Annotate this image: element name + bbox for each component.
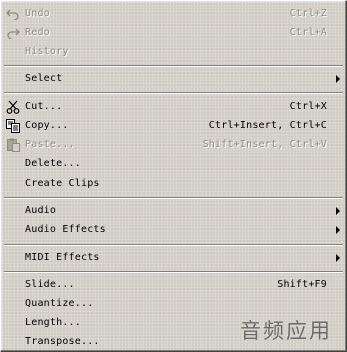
redo-shortcut: Ctrl+A [289,27,327,38]
submenu-arrow-icon [336,254,340,262]
paste-shortcut: Shift+Insert, Ctrl+V [202,139,327,150]
menu-item-delete[interactable]: Delete... [2,154,345,173]
copy-shortcut: Ctrl+Insert, Ctrl+C [208,120,327,131]
redo-icon [5,25,21,40]
undo-label: Undo [25,8,50,19]
menu-item-create-clips[interactable]: Create Clips [2,174,345,193]
menu-item-slide[interactable]: Slide... Shift+F9 [2,275,345,294]
undo-icon [5,6,21,21]
transpose-label: Transpose... [25,336,100,347]
edit-context-menu: Undo Ctrl+Z Redo Ctrl+A History Select C… [0,0,347,352]
slide-label: Slide... [25,279,75,290]
midi-effects-label: MIDI Effects [25,252,100,263]
menu-item-cut[interactable]: Cut... Ctrl+X [2,97,345,116]
menu-separator [4,244,343,246]
audio-label: Audio [25,205,57,216]
select-label: Select [25,73,63,84]
submenu-arrow-icon [336,207,340,215]
length-label: Length... [25,317,81,328]
submenu-arrow-icon [336,226,340,234]
history-label: History [25,46,69,57]
quantize-label: Quantize... [25,298,94,309]
scissors-icon [5,99,21,114]
cut-shortcut: Ctrl+X [289,101,327,112]
menu-item-history: History [2,42,345,61]
delete-label: Delete... [25,158,81,169]
slide-shortcut: Shift+F9 [277,279,327,290]
create-clips-label: Create Clips [25,178,100,189]
copy-label: Copy... [25,120,69,131]
menu-item-paste: Paste... Shift+Insert, Ctrl+V [2,135,345,154]
menu-item-copy[interactable]: Copy... Ctrl+Insert, Ctrl+C [2,116,345,135]
menu-separator [4,92,343,94]
audio-effects-label: Audio Effects [25,224,106,235]
menu-separator [4,271,343,273]
menu-item-quantize[interactable]: Quantize... [2,294,345,313]
submenu-arrow-icon [336,75,340,83]
watermark-text: 音频应用 [240,319,332,343]
redo-label: Redo [25,27,50,38]
menu-item-audio-effects[interactable]: Audio Effects [2,220,345,239]
copy-icon [5,118,21,133]
cut-label: Cut... [25,101,63,112]
paste-label: Paste... [25,139,75,150]
menu-item-undo: Undo Ctrl+Z [2,4,345,23]
menu-item-audio[interactable]: Audio [2,201,345,220]
menu-item-midi-effects[interactable]: MIDI Effects [2,248,345,267]
paste-icon [5,137,21,152]
menu-separator [4,65,343,67]
undo-shortcut: Ctrl+Z [289,8,327,19]
menu-separator [4,197,343,199]
menu-item-select[interactable]: Select [2,69,345,88]
menu-item-redo: Redo Ctrl+A [2,23,345,42]
